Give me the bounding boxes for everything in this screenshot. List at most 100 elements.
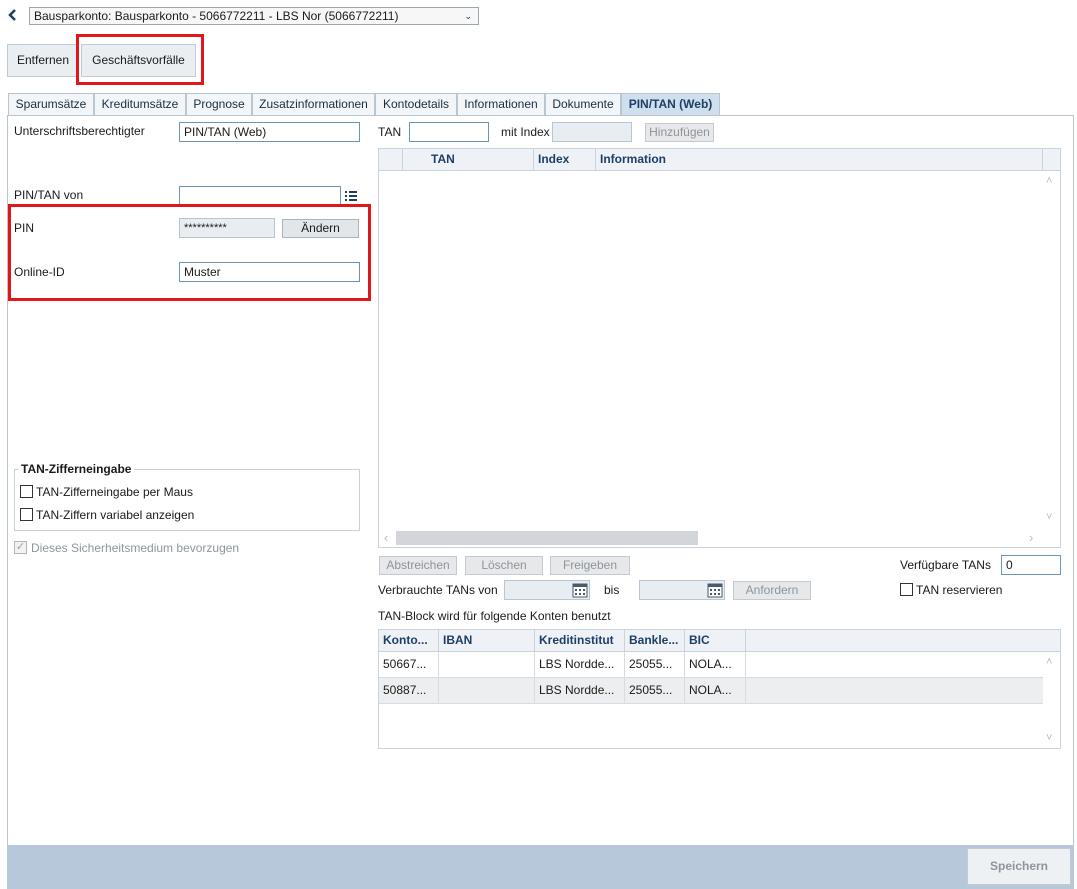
signatory-label: Unterschriftsberechtigter [14,124,145,138]
cell-konto: 50887... [379,678,439,703]
cell-bankleitzahl: 25055... [625,678,685,703]
tab-kontodetails[interactable]: Kontodetails [375,93,457,115]
tab-label: Informationen [464,97,538,111]
mouse-entry-label: TAN-Zifferneingabe per Maus [36,485,193,499]
remove-button[interactable]: Entfernen [7,44,79,77]
tab-sparumsaetze[interactable]: Sparumsätze [8,93,94,115]
scroll-up-icon: ˄ [1046,175,1053,187]
cell-bic: NOLA... [685,678,746,703]
remove-button-label: Entfernen [16,53,70,67]
tan-input[interactable] [409,122,489,142]
account-select-value: Bausparkonto: Bausparkonto - 5066772211 … [34,9,399,23]
scroll-right-icon: › [1029,530,1034,545]
transactions-button-label: Geschäftsvorfälle [92,53,185,67]
pin-field: ********** [179,218,275,238]
tab-label: Sparumsätze [15,97,87,111]
acc-col-bic[interactable]: BIC [685,630,746,652]
available-tans-label: Verfügbare TANs [900,558,991,572]
scroll-left-icon: ‹ [384,530,389,545]
delete-button[interactable]: Löschen [465,556,543,575]
tan-col-select[interactable] [379,149,403,171]
tab-prognose[interactable]: Prognose [186,93,252,115]
online-id-label: Online-ID [14,265,65,279]
list-picker-button[interactable] [340,186,360,206]
tab-zusatzinformationen[interactable]: Zusatzinformationen [252,93,375,115]
prefer-medium-label: Dieses Sicherheitsmedium bevorzugen [31,541,240,555]
tan-digit-group-title: TAN-Zifferneingabe [18,462,135,476]
scroll-down-icon: ˅ [1046,732,1053,744]
acc-col-kreditinstitut[interactable]: Kreditinstitut [535,630,625,652]
cell-konto: 50667... [379,652,439,677]
add-button[interactable]: Hinzufügen [645,123,714,142]
pintan-from-field[interactable] [179,186,360,206]
until-label: bis [604,583,620,597]
mouse-entry-checkbox[interactable] [20,485,33,498]
tab-label: Kreditumsätze [101,97,179,111]
cell-bankleitzahl: 25055... [625,652,685,677]
chevron-left-icon [8,9,16,21]
table-row[interactable]: 50887... LBS Nordde... 25055... NOLA... [379,678,1043,704]
tan-table-vscroll[interactable]: ˄ ˅ [1043,171,1060,529]
cell-iban [439,678,535,703]
back-button[interactable] [6,6,20,24]
request-button[interactable]: Anfordern [733,581,811,600]
accounts-table: Konto... IBAN Kreditinstitut Bankle... B… [378,629,1061,749]
cell-iban [439,652,535,677]
tan-col-index[interactable]: Index [534,149,596,171]
scroll-down-icon: ˅ [1046,511,1053,523]
variable-digits-checkbox[interactable] [20,508,33,521]
tab-label: Kontodetails [382,97,450,111]
tan-table-header: TAN Index Information [379,149,1060,171]
calendar-icon [707,583,723,598]
acc-col-konto[interactable]: Konto... [379,630,439,652]
tab-label: Dokumente [552,97,614,111]
tab-kreditumsaetze[interactable]: Kreditumsätze [94,93,186,115]
calendar-until-button[interactable] [706,581,724,599]
reserve-tan-checkbox[interactable] [900,583,913,596]
tab-label: Zusatzinformationen [259,97,368,111]
transactions-button[interactable]: Geschäftsvorfälle [81,44,196,77]
cell-kreditinstitut: LBS Nordde... [535,652,625,677]
tab-informationen[interactable]: Informationen [457,93,545,115]
calendar-icon [572,583,588,598]
reserve-tan-label: TAN reservieren [916,583,1003,597]
strike-button[interactable]: Abstreichen [379,556,457,575]
release-button[interactable]: Freigeben [550,556,630,575]
list-icon [345,191,357,201]
footer-bar [7,845,1074,889]
acc-col-bankleitzahl[interactable]: Bankle... [625,630,685,652]
cell-bic: NOLA... [685,652,746,677]
tab-pin-tan-web[interactable]: PIN/TAN (Web) [621,93,720,116]
used-from-label: Verbrauchte TANs von [378,583,498,597]
change-pin-button[interactable]: Ändern [282,219,359,238]
index-label: mit Index [501,125,550,139]
online-id-field[interactable]: Muster [179,262,360,282]
chevron-down-icon: ⌄ [464,11,472,21]
variable-digits-label: TAN-Ziffern variabel anzeigen [36,508,195,522]
accounts-table-vscroll[interactable]: ˄ ˅ [1043,652,1060,748]
save-button[interactable]: Speichern [967,848,1071,885]
acc-col-iban[interactable]: IBAN [439,630,535,652]
hscroll-thumb[interactable] [396,531,698,545]
prefer-medium-checkbox: ✓ [14,541,27,554]
tab-label: Prognose [193,97,245,111]
account-select[interactable]: Bausparkonto: Bausparkonto - 5066772211 … [29,7,479,25]
available-tans-field[interactable]: 0 [1001,555,1061,575]
tab-label: PIN/TAN (Web) [628,97,713,111]
tan-label: TAN [378,125,402,139]
scroll-up-icon: ˄ [1046,656,1053,668]
calendar-from-button[interactable] [571,581,589,599]
tan-col-information[interactable]: Information [596,149,1043,171]
pin-label: PIN [14,221,35,235]
tan-table: TAN Index Information ˄ ˅ ‹ › [378,148,1061,548]
cell-kreditinstitut: LBS Nordde... [535,678,625,703]
accounts-table-header: Konto... IBAN Kreditinstitut Bankle... B… [379,630,1060,652]
signatory-field[interactable]: PIN/TAN (Web) [179,122,360,142]
table-row[interactable]: 50667... LBS Nordde... 25055... NOLA... [379,652,1043,678]
tan-block-label: TAN-Block wird für folgende Konten benut… [378,609,611,623]
tab-dokumente[interactable]: Dokumente [545,93,621,115]
index-input [552,122,632,142]
tan-table-hscroll[interactable]: ‹ › [379,529,1043,547]
pintan-from-label: PIN/TAN von [14,188,84,202]
tan-col-tan[interactable]: TAN [403,149,534,171]
